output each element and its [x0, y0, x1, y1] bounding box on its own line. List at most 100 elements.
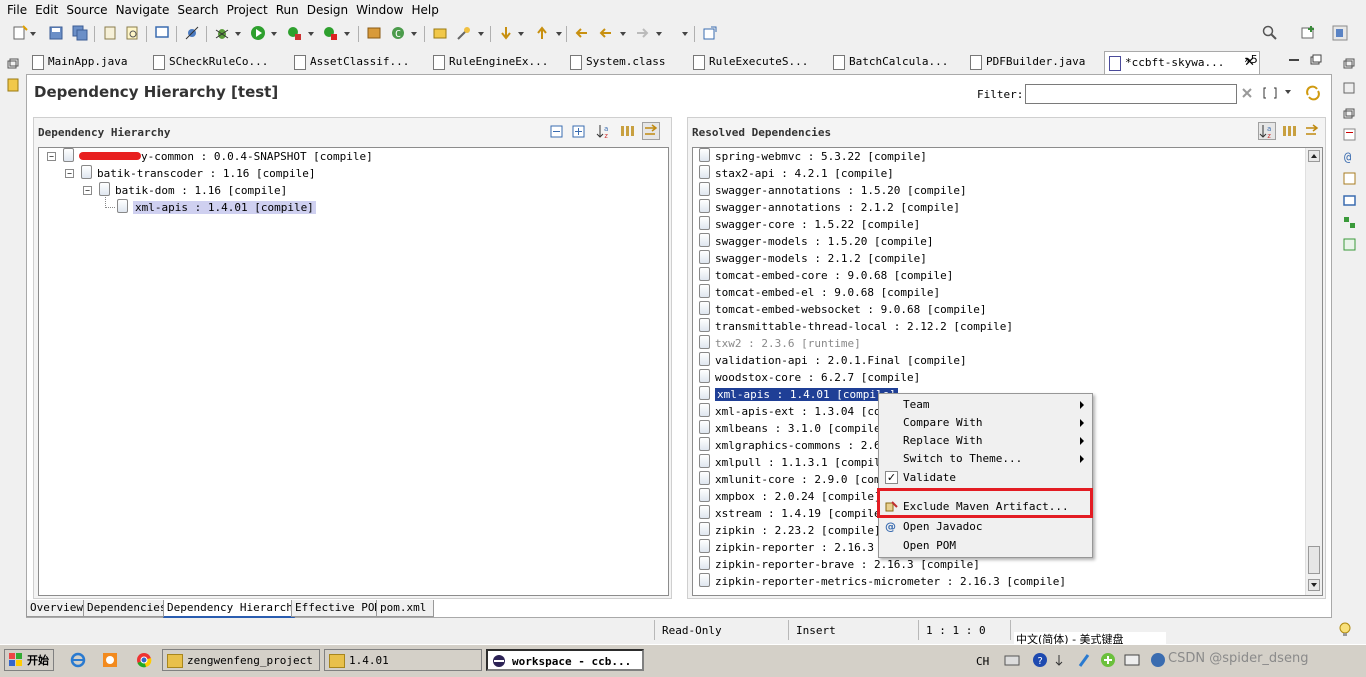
menu-item-validate[interactable]: ✓ Validate: [879, 469, 1092, 487]
next-annotation-icon[interactable]: [498, 25, 514, 41]
collapse-all-icon[interactable]: [550, 125, 563, 138]
forward-icon[interactable]: [634, 25, 650, 41]
resolved-dependency-row[interactable]: spring-webmvc : 5.3.22 [compile]: [699, 148, 927, 165]
hierarchy-tree[interactable]: − y-common : 0.0.4-SNAPSHOT [compile] − …: [38, 147, 669, 596]
search-icon[interactable]: [1262, 25, 1278, 41]
junit-icon[interactable]: [1343, 238, 1356, 251]
scroll-up-icon[interactable]: [1308, 150, 1320, 162]
resolved-dependency-row[interactable]: xmpbox : 2.0.24 [compile]: [699, 488, 881, 505]
resolved-dependency-row[interactable]: tomcat-embed-el : 9.0.68 [compile]: [699, 284, 940, 301]
tree-node-xml-apis[interactable]: xml-apis : 1.4.01 [compile]: [117, 199, 316, 216]
language-indicator[interactable]: CH: [976, 655, 989, 668]
chrome-icon[interactable]: [136, 652, 152, 668]
menu-window[interactable]: Window: [352, 0, 407, 17]
link-editor-icon[interactable]: [1304, 123, 1320, 139]
ie-icon[interactable]: [70, 652, 86, 668]
tree-node-batik-transcoder[interactable]: batik-transcoder : 1.16 [compile]: [81, 165, 316, 182]
tree-node-root[interactable]: y-common : 0.0.4-SNAPSHOT [compile]: [63, 148, 373, 165]
resolved-dependency-row[interactable]: swagger-annotations : 2.1.2 [compile]: [699, 199, 960, 216]
start-button[interactable]: 开始: [4, 649, 54, 671]
taskbar-button-workspace[interactable]: workspace - ccb...: [486, 649, 644, 671]
menu-item-switch-theme[interactable]: Switch to Theme...: [879, 450, 1092, 468]
resolved-dependency-row[interactable]: xmlgraphics-commons : 2.6 [c: [699, 437, 900, 454]
tree-collapse-toggle[interactable]: −: [83, 186, 92, 195]
tab-effective-pom[interactable]: Effective POM: [291, 600, 381, 617]
javadoc-icon[interactable]: @: [1343, 150, 1356, 163]
resolved-dependency-row[interactable]: swagger-models : 2.1.2 [compile]: [699, 250, 927, 267]
resolved-dependency-row[interactable]: swagger-core : 1.5.22 [compile]: [699, 216, 920, 233]
java-perspective-icon[interactable]: [1332, 25, 1348, 41]
resolved-dependency-row[interactable]: xmlunit-core : 2.9.0 [compil: [699, 471, 900, 488]
debug-icon[interactable]: [214, 25, 230, 41]
show-groupid-icon[interactable]: [1282, 125, 1298, 137]
open-perspective-icon[interactable]: [1300, 25, 1316, 41]
save-icon[interactable]: [48, 25, 64, 41]
tree-collapse-toggle[interactable]: −: [47, 152, 56, 161]
tree-collapse-toggle[interactable]: −: [65, 169, 74, 178]
menu-item-open-javadoc[interactable]: @ Open Javadoc: [879, 518, 1092, 536]
filter-mode-icon[interactable]: [1263, 87, 1277, 99]
problems-icon[interactable]: [1343, 128, 1356, 141]
menu-source[interactable]: Source: [62, 0, 111, 17]
resolved-dependency-row[interactable]: zipkin-reporter-metrics-micrometer : 2.1…: [699, 573, 1066, 590]
tab-dependencies[interactable]: Dependencies: [83, 600, 166, 617]
expand-all-icon[interactable]: [572, 125, 585, 138]
resolved-dependency-row[interactable]: txw2 : 2.3.6 [runtime]: [699, 335, 861, 352]
filter-input[interactable]: [1025, 84, 1237, 104]
media-player-icon[interactable]: [102, 652, 118, 668]
pin-editor-icon[interactable]: [702, 25, 718, 41]
open-type-icon[interactable]: [124, 25, 140, 41]
editor-tab-mainapp[interactable]: MainApp.java: [28, 51, 166, 73]
menu-navigate[interactable]: Navigate: [112, 0, 174, 17]
tray-ime-icon[interactable]: [1100, 652, 1116, 668]
refresh-icon[interactable]: [1305, 85, 1321, 101]
package-explorer-icon[interactable]: [7, 78, 19, 92]
progress-icon[interactable]: [1343, 216, 1356, 229]
resolved-dependency-row[interactable]: woodstox-core : 6.2.7 [compile]: [699, 369, 920, 386]
coverage-icon[interactable]: [322, 25, 338, 41]
minimize-icon[interactable]: [1288, 55, 1300, 65]
tray-monitor-icon[interactable]: [1124, 652, 1140, 668]
back-icon[interactable]: [598, 25, 614, 41]
new-package-icon[interactable]: [366, 25, 382, 41]
resolved-dependency-row[interactable]: zipkin-reporter-brave : 2.16.3 [compile]: [699, 556, 980, 573]
tab-overview[interactable]: Overview: [26, 600, 85, 617]
resolved-dependency-row[interactable]: zipkin-reporter : 2.16.3 [co: [699, 539, 900, 556]
resolved-dependency-row[interactable]: stax2-api : 4.2.1 [compile]: [699, 165, 894, 182]
menu-run[interactable]: Run: [272, 0, 303, 17]
resolved-dependency-row[interactable]: xmlbeans : 3.1.0 [compile]: [699, 420, 887, 437]
menu-item-team[interactable]: Team: [879, 396, 1092, 414]
maximize-icon[interactable]: [1310, 54, 1322, 66]
tab-dependency-hierarchy[interactable]: Dependency Hierarchy: [163, 600, 299, 618]
menu-file[interactable]: File: [0, 0, 31, 17]
new-class-icon[interactable]: C: [390, 25, 406, 41]
resolved-dependency-row[interactable]: xmlpull : 1.1.3.1 [compile]: [699, 454, 894, 471]
tabs-overflow-button[interactable]: »5: [1244, 53, 1258, 66]
new-icon[interactable]: [12, 25, 28, 41]
lightbulb-icon[interactable]: [1338, 622, 1352, 638]
last-edit-icon[interactable]: [574, 25, 590, 41]
menu-help[interactable]: Help: [407, 0, 442, 17]
link-editor-icon[interactable]: [642, 122, 660, 140]
search-tool-icon[interactable]: [456, 25, 472, 41]
prev-annotation-icon[interactable]: [534, 25, 550, 41]
help-icon[interactable]: ?: [1032, 652, 1048, 668]
expand-tray-icon[interactable]: [1054, 652, 1064, 668]
resolved-dependency-row[interactable]: xstream : 1.4.19 [compile]: [699, 505, 887, 522]
taskbar-button-zengwenfeng-project[interactable]: zengwenfeng_project: [162, 649, 320, 671]
resolved-dependency-row[interactable]: xml-apis : 1.4.01 [compile]: [699, 386, 898, 403]
menu-item-replace-with[interactable]: Replace With: [879, 432, 1092, 450]
outline-icon[interactable]: [1343, 82, 1355, 94]
tray-pen-icon[interactable]: [1078, 652, 1092, 668]
restore-right-icon-2[interactable]: [1343, 108, 1355, 120]
scroll-thumb[interactable]: [1308, 546, 1320, 574]
menu-item-open-pom[interactable]: Open POM: [879, 537, 1092, 555]
open-task-icon[interactable]: [432, 25, 448, 41]
scroll-down-icon[interactable]: [1308, 579, 1320, 591]
menu-item-compare-with[interactable]: Compare With: [879, 414, 1092, 432]
tree-node-batik-dom[interactable]: batik-dom : 1.16 [compile]: [99, 182, 287, 199]
skip-breakpoints-icon[interactable]: [184, 25, 200, 41]
menu-search[interactable]: Search: [173, 0, 222, 17]
menu-project[interactable]: Project: [223, 0, 272, 17]
resolved-dependency-row[interactable]: zipkin : 2.23.2 [compile]: [699, 522, 881, 539]
